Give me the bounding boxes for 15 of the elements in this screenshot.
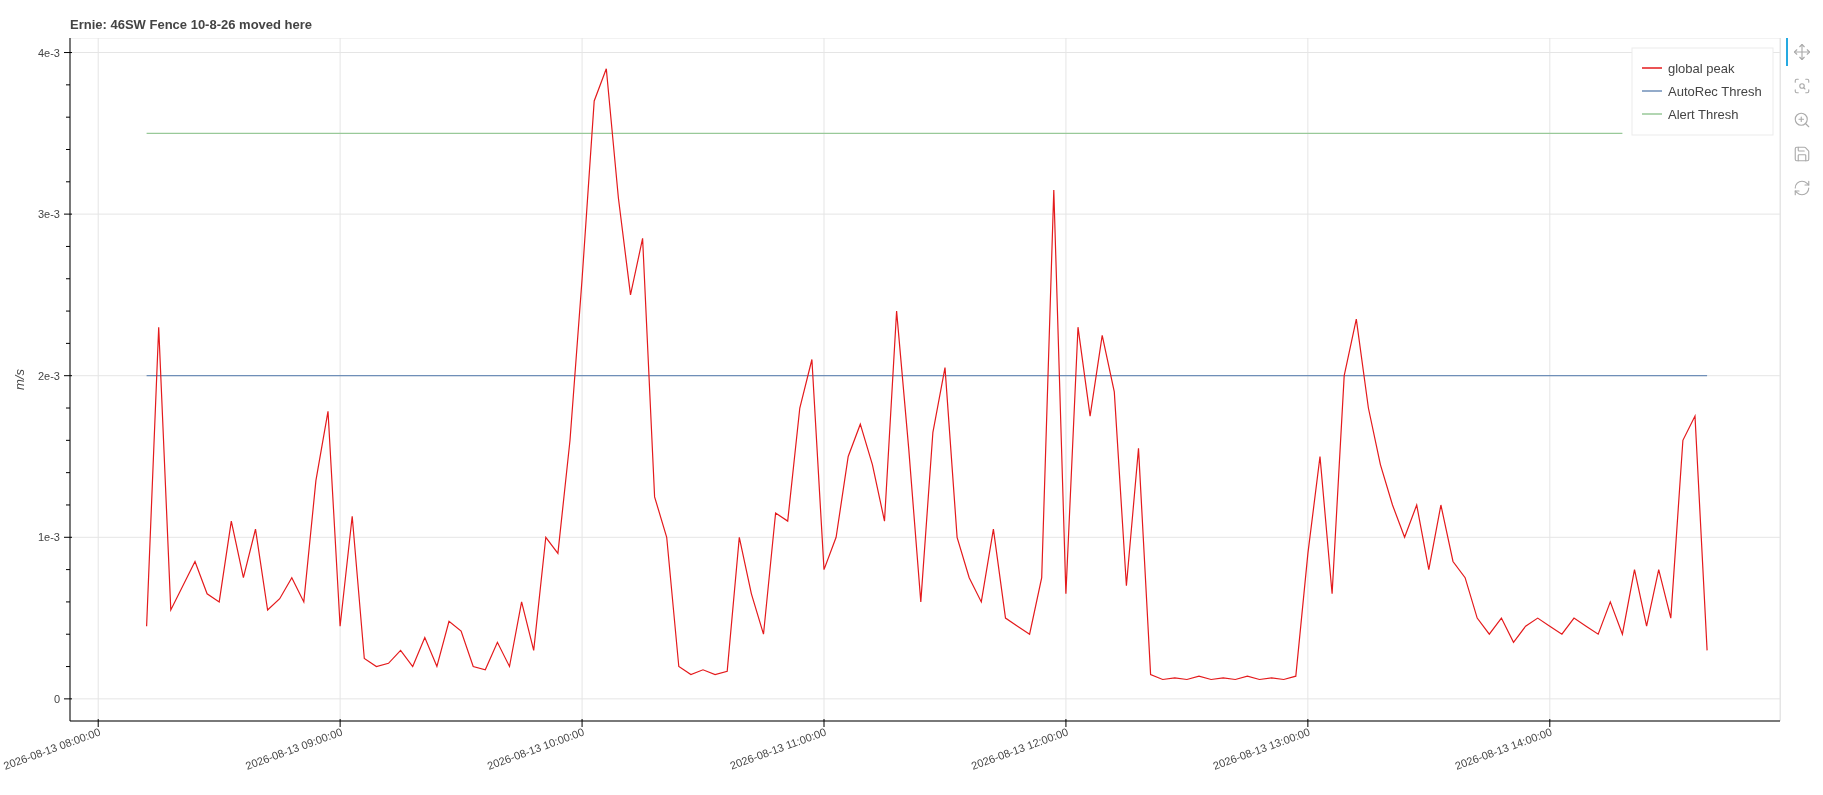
y-tick-label: 4e-3 <box>37 46 60 59</box>
zoom-box-icon <box>1793 77 1811 95</box>
legend-label: Alert Thresh <box>1668 107 1739 122</box>
zoom-icon <box>1793 111 1811 129</box>
legend-label: global peak <box>1668 61 1735 76</box>
chart-title: Ernie: 46SW Fence 10-8-26 moved here <box>69 16 314 34</box>
save-icon <box>1793 145 1811 163</box>
refresh-icon <box>1793 179 1811 197</box>
y-axis-label: m/s <box>12 369 27 390</box>
y-tick-label: 1e-3 <box>37 531 60 544</box>
y-tick-label: 3e-3 <box>37 208 60 221</box>
move-icon <box>1793 43 1811 61</box>
y-tick-label: 0 <box>53 692 60 705</box>
y-tick-label: 2e-3 <box>37 369 60 382</box>
legend-label: AutoRec Thresh <box>1668 84 1762 99</box>
